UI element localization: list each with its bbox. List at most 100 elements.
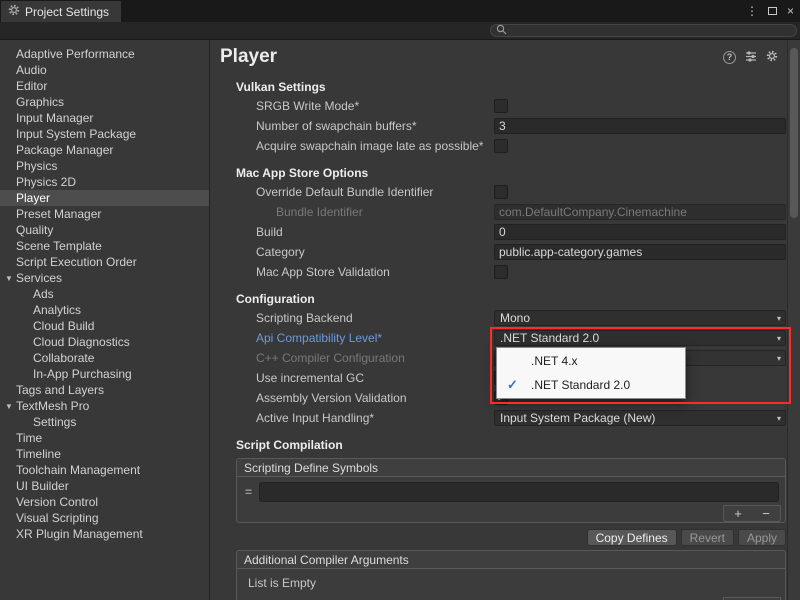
field-label-bundle-identifier: Bundle Identifier	[210, 205, 494, 219]
sidebar-item-input-system-package[interactable]: Input System Package	[0, 126, 209, 142]
sidebar-item-input-manager[interactable]: Input Manager	[0, 110, 209, 126]
settings-sidebar: Adaptive PerformanceAudioEditorGraphicsI…	[0, 40, 210, 600]
sidebar-item-services[interactable]: ▼Services	[0, 270, 209, 286]
sidebar-item-quality[interactable]: Quality	[0, 222, 209, 238]
sidebar-item-label: Visual Scripting	[16, 511, 99, 525]
foldout-arrow-icon[interactable]: ▼	[5, 399, 16, 415]
sidebar-item-package-manager[interactable]: Package Manager	[0, 142, 209, 158]
player-settings-panel: Player ?	[210, 40, 800, 600]
sidebar-item-textmesh-pro[interactable]: ▼TextMesh Pro	[0, 398, 209, 414]
acquire-swapchain-image-late-as-possible-checkbox[interactable]	[494, 139, 508, 153]
sidebar-item-cloud-diagnostics[interactable]: Cloud Diagnostics	[0, 334, 209, 350]
popup-option-label: .NET 4.x	[531, 354, 577, 368]
project-settings-window: Project Settings ⋮ × Adaptive Performanc…	[0, 0, 800, 600]
presets-icon[interactable]	[745, 50, 757, 65]
sidebar-item-toolchain-management[interactable]: Toolchain Management	[0, 462, 209, 478]
sidebar-item-visual-scripting[interactable]: Visual Scripting	[0, 510, 209, 526]
popup-option-net-4-x[interactable]: .NET 4.x	[497, 349, 685, 373]
settings-row-number-of-swapchain-buffers: Number of swapchain buffers*	[210, 116, 800, 136]
number-of-swapchain-buffers-input[interactable]	[494, 118, 786, 134]
sidebar-item-ui-builder[interactable]: UI Builder	[0, 478, 209, 494]
define-symbol-row[interactable]: =	[240, 482, 782, 502]
sidebar-item-label: Toolchain Management	[16, 463, 140, 477]
override-default-bundle-identifier-checkbox[interactable]	[494, 185, 508, 199]
panel-header: Player ?	[210, 40, 800, 70]
search-icon	[496, 24, 507, 38]
sidebar-item-time[interactable]: Time	[0, 430, 209, 446]
sidebar-item-xr-plugin-management[interactable]: XR Plugin Management	[0, 526, 209, 542]
sidebar-item-graphics[interactable]: Graphics	[0, 94, 209, 110]
menu-icon[interactable]: ⋮	[746, 4, 758, 18]
vertical-scrollbar[interactable]	[787, 40, 800, 600]
copy-defines-button[interactable]: Copy Defines	[587, 529, 677, 546]
popup-option-net-standard-2-0[interactable]: ✓.NET Standard 2.0	[497, 373, 685, 397]
sidebar-item-label: Analytics	[33, 303, 81, 317]
sidebar-item-collaborate[interactable]: Collaborate	[0, 350, 209, 366]
sidebar-item-editor[interactable]: Editor	[0, 78, 209, 94]
field-label-category: Category	[210, 245, 494, 259]
sidebar-item-physics-2d[interactable]: Physics 2D	[0, 174, 209, 190]
sidebar-item-label: Cloud Diagnostics	[33, 335, 130, 349]
field-control	[494, 185, 786, 199]
build-input[interactable]	[494, 224, 786, 240]
sidebar-item-adaptive-performance[interactable]: Adaptive Performance	[0, 46, 209, 62]
close-icon[interactable]: ×	[787, 4, 794, 18]
sidebar-item-label: In-App Purchasing	[33, 367, 132, 381]
settings-gear-icon	[8, 4, 20, 19]
sidebar-item-version-control[interactable]: Version Control	[0, 494, 209, 510]
gear-icon[interactable]	[766, 50, 778, 65]
sidebar-item-label: Editor	[16, 79, 47, 93]
tab-project-settings[interactable]: Project Settings	[1, 1, 121, 22]
sidebar-item-player[interactable]: Player	[0, 190, 209, 206]
remove-define-button[interactable]: −	[758, 508, 774, 520]
field-label-api-compatibility-level: Api Compatibility Level*	[210, 331, 494, 345]
revert-button[interactable]: Revert	[681, 529, 734, 546]
sidebar-item-label: Collaborate	[33, 351, 94, 365]
sidebar-item-audio[interactable]: Audio	[0, 62, 209, 78]
titlebar: Project Settings ⋮ ×	[0, 0, 800, 22]
sidebar-item-tags-and-layers[interactable]: Tags and Layers	[0, 382, 209, 398]
settings-row-override-default-bundle-identifier: Override Default Bundle Identifier	[210, 182, 800, 202]
sidebar-item-preset-manager[interactable]: Preset Manager	[0, 206, 209, 222]
search-input[interactable]	[510, 25, 796, 36]
settings-row-mac-app-store-validation: Mac App Store Validation	[210, 262, 800, 282]
sidebar-item-analytics[interactable]: Analytics	[0, 302, 209, 318]
sidebar-item-physics[interactable]: Physics	[0, 158, 209, 174]
define-symbols-buttons: Copy Defines Revert Apply	[210, 529, 786, 546]
srgb-write-mode-checkbox[interactable]	[494, 99, 508, 113]
drag-handle-icon[interactable]: =	[243, 485, 254, 499]
dropdown-value: Mono	[500, 311, 530, 325]
sidebar-item-label: Preset Manager	[16, 207, 101, 221]
settings-row-scripting-backend: Scripting BackendMono▾	[210, 308, 800, 328]
maximize-icon[interactable]	[768, 7, 777, 15]
scripting-define-symbols-header: Scripting Define Symbols	[237, 459, 785, 477]
sidebar-item-label: Timeline	[16, 447, 61, 461]
active-input-handling-dropdown[interactable]: Input System Package (New)▾	[494, 410, 786, 426]
scripting-backend-dropdown[interactable]: Mono▾	[494, 310, 786, 326]
sidebar-item-scene-template[interactable]: Scene Template	[0, 238, 209, 254]
scrollbar-thumb[interactable]	[790, 48, 798, 218]
api-compatibility-level-dropdown[interactable]: .NET Standard 2.0▾	[494, 330, 786, 346]
mac-app-store-validation-checkbox[interactable]	[494, 265, 508, 279]
field-control: .NET Standard 2.0▾	[494, 330, 786, 346]
sidebar-item-in-app-purchasing[interactable]: In-App Purchasing	[0, 366, 209, 382]
sidebar-item-timeline[interactable]: Timeline	[0, 446, 209, 462]
sidebar-item-cloud-build[interactable]: Cloud Build	[0, 318, 209, 334]
foldout-arrow-icon[interactable]: ▼	[5, 271, 16, 287]
search-field[interactable]	[490, 24, 797, 37]
sidebar-item-script-execution-order[interactable]: Script Execution Order	[0, 254, 209, 270]
field-control	[494, 224, 786, 240]
window-controls: ⋮ ×	[746, 0, 794, 22]
define-symbol-input[interactable]	[259, 482, 779, 502]
bundle-identifier-input[interactable]	[494, 204, 786, 220]
add-define-button[interactable]: +	[730, 508, 746, 520]
sidebar-item-settings[interactable]: Settings	[0, 414, 209, 430]
sidebar-item-ads[interactable]: Ads	[0, 286, 209, 302]
dropdown-value: .NET Standard 2.0	[500, 331, 599, 345]
field-control	[494, 118, 786, 134]
field-label-assembly-version-validation: Assembly Version Validation	[210, 391, 494, 405]
sidebar-item-label: Player	[16, 191, 50, 205]
category-input[interactable]	[494, 244, 786, 260]
apply-button[interactable]: Apply	[738, 529, 786, 546]
help-icon[interactable]: ?	[723, 51, 736, 64]
